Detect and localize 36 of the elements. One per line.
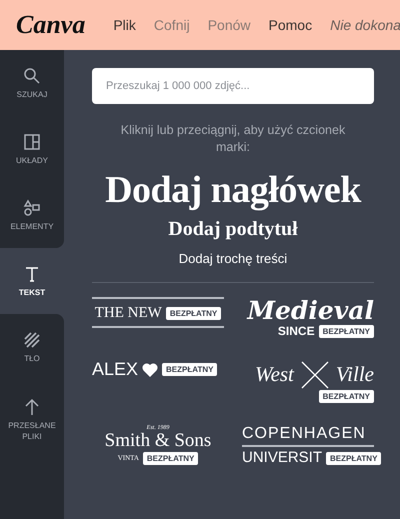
sidebar-tab[interactable]: SZUKAJ xyxy=(0,50,64,116)
free-badge: BEZPŁATNY xyxy=(318,324,374,338)
cross-drawing xyxy=(300,360,330,390)
free-badge: BEZPŁATNY xyxy=(326,452,382,466)
menu-item[interactable]: Plik xyxy=(113,17,136,33)
template-text: Ville xyxy=(336,363,374,386)
sidebar-tab[interactable]: TŁO xyxy=(0,314,64,380)
heart-icon xyxy=(142,362,158,377)
template-text: ALEX xyxy=(92,360,138,380)
logo[interactable]: Canva xyxy=(16,10,86,40)
layout-icon xyxy=(23,132,41,150)
template-text: Medieval xyxy=(247,297,374,324)
menu-item[interactable]: Pomoc xyxy=(268,17,312,33)
search-field[interactable]: Przeszukaj 1 000 000 zdjęć... xyxy=(92,68,374,104)
sidebar-tab[interactable]: UKŁADY xyxy=(0,116,64,182)
text-icon xyxy=(23,264,41,282)
template-text: UNIVERSIT xyxy=(242,450,322,467)
template-text: SINCE xyxy=(278,324,315,338)
sidebar-tab[interactable]: PRZESŁANE PLIKI xyxy=(0,380,64,519)
add-heading[interactable]: Dodaj nagłówek xyxy=(105,168,361,212)
hint-text: Kliknij lub przeciągnij, aby użyć czcionek marki: xyxy=(120,122,346,156)
free-badge: BEZPŁATNY xyxy=(318,390,374,403)
template-text: West xyxy=(255,363,294,386)
sidebar-tab[interactable]: ELEMENTY xyxy=(0,182,64,248)
free-badge: BEZPŁATNY xyxy=(162,363,218,376)
free-badge: BEZPŁATNY xyxy=(166,306,222,320)
template-text: COPENHAGEN xyxy=(242,424,366,442)
free-badge: BEZPŁATNY xyxy=(142,452,198,466)
template-text: Smith & Sons xyxy=(104,431,212,452)
template-text: THE NEW xyxy=(94,305,162,322)
add-body-text[interactable]: Dodaj trochę treści xyxy=(178,251,288,266)
stripes-icon xyxy=(23,330,41,348)
shapes-icon xyxy=(23,198,41,216)
search-icon xyxy=(23,66,41,84)
add-subheading[interactable]: Dodaj podtytuł xyxy=(168,218,298,241)
upload-icon xyxy=(23,398,41,416)
